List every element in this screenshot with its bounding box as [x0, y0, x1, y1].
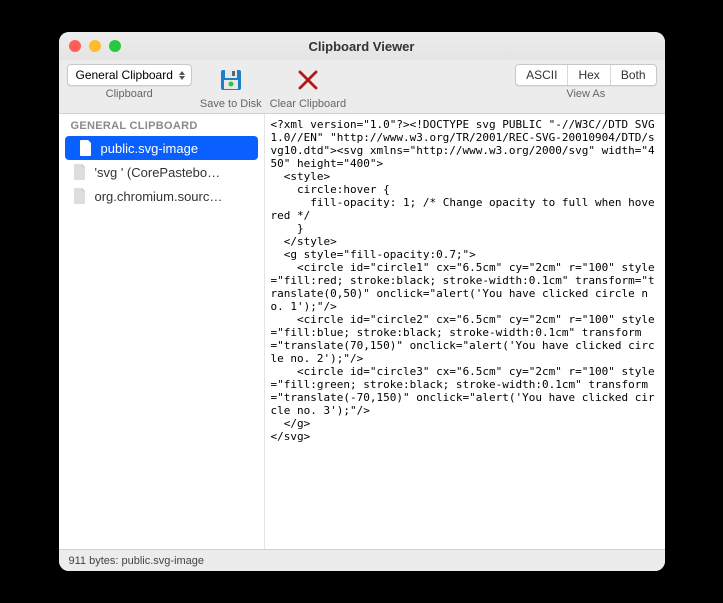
- sidebar-item-label: 'svg ' (CorePastebo…: [95, 165, 221, 180]
- view-as-label: View As: [566, 88, 605, 100]
- document-icon: [73, 164, 87, 180]
- statusbar: 911 bytes: public.svg-image: [59, 549, 665, 571]
- view-as-segmented: ASCII Hex Both: [515, 64, 656, 86]
- save-to-disk-button[interactable]: [215, 64, 247, 96]
- clipboard-group: General Clipboard Clipboard: [67, 64, 192, 100]
- view-hex-button[interactable]: Hex: [568, 65, 610, 85]
- zoom-button[interactable]: [109, 40, 121, 52]
- sidebar-item[interactable]: 'svg ' (CorePastebo…: [59, 160, 264, 184]
- clear-group: Clear Clipboard: [270, 64, 346, 110]
- clipboard-select-value: General Clipboard: [76, 68, 173, 82]
- traffic-lights: [69, 40, 121, 52]
- view-ascii-button[interactable]: ASCII: [516, 65, 568, 85]
- sidebar-item[interactable]: public.svg-image: [65, 136, 258, 160]
- clipboard-group-label: Clipboard: [106, 88, 153, 100]
- main-area: GENERAL CLIPBOARD public.svg-image 'svg …: [59, 114, 665, 549]
- close-button[interactable]: [69, 40, 81, 52]
- content-view[interactable]: <?xml version="1.0"?><!DOCTYPE svg PUBLI…: [265, 114, 665, 549]
- view-as-group: ASCII Hex Both View As: [515, 64, 656, 100]
- document-icon: [73, 188, 87, 204]
- app-window: Clipboard Viewer General Clipboard Clipb…: [59, 32, 665, 571]
- clear-clipboard-button[interactable]: [292, 64, 324, 96]
- status-text: 911 bytes: public.svg-image: [69, 555, 205, 567]
- sidebar-item-label: public.svg-image: [101, 141, 199, 156]
- view-both-button[interactable]: Both: [611, 65, 656, 85]
- save-label: Save to Disk: [200, 98, 262, 110]
- sidebar-item-label: org.chromium.sourc…: [95, 189, 223, 204]
- minimize-button[interactable]: [89, 40, 101, 52]
- window-title: Clipboard Viewer: [59, 39, 665, 54]
- x-icon: [296, 68, 320, 92]
- sidebar-item[interactable]: org.chromium.sourc…: [59, 184, 264, 208]
- document-icon: [79, 140, 93, 156]
- save-group: Save to Disk: [200, 64, 262, 110]
- floppy-disk-icon: [218, 67, 244, 93]
- chevron-updown-icon: [177, 68, 187, 82]
- titlebar[interactable]: Clipboard Viewer: [59, 32, 665, 60]
- sidebar-header: GENERAL CLIPBOARD: [59, 114, 264, 136]
- toolbar: General Clipboard Clipboard Save to Disk: [59, 60, 665, 114]
- clipboard-select[interactable]: General Clipboard: [67, 64, 192, 86]
- sidebar: GENERAL CLIPBOARD public.svg-image 'svg …: [59, 114, 265, 549]
- clear-label: Clear Clipboard: [270, 98, 346, 110]
